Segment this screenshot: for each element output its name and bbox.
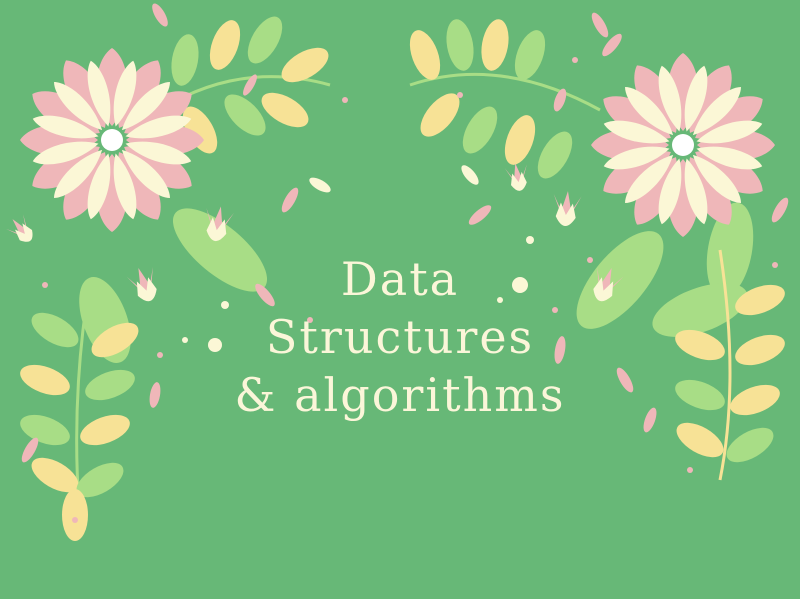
flower-icon [591,53,775,237]
poster-canvas: Data Structures & algorithms [0,0,800,599]
title-line-structures: Structures [265,310,535,364]
poster-title: Data Structures & algorithms [200,250,600,424]
tulip-icon [504,161,532,193]
tulip-icon [125,263,164,306]
tulip-icon [550,189,582,228]
title-line-algorithms: & algorithms [234,368,566,422]
title-line-data: Data [340,252,460,306]
tulip-icon [3,211,40,248]
